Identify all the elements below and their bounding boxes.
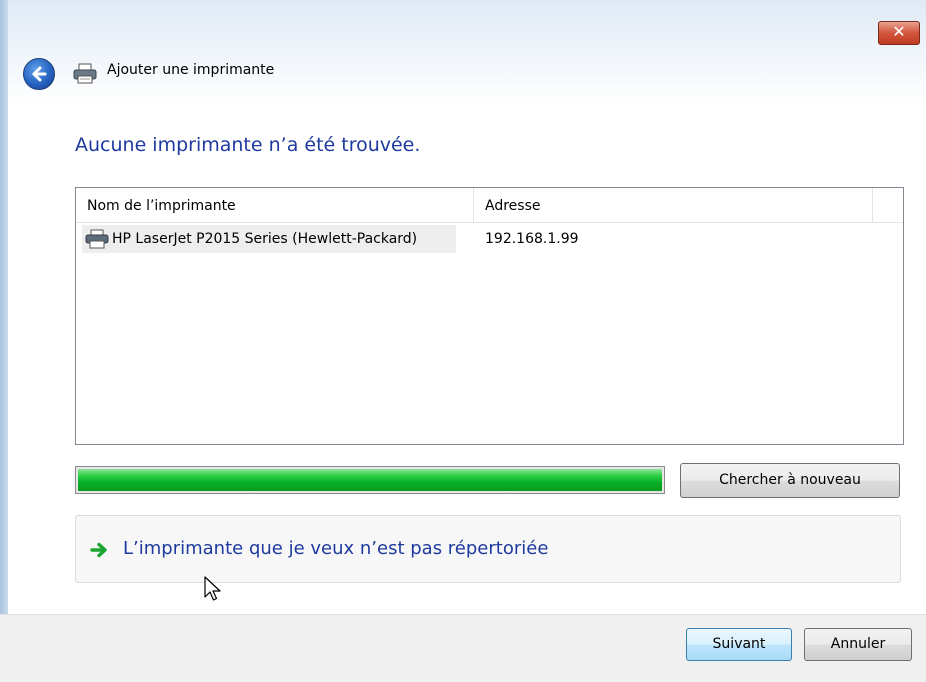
page-heading: Aucune imprimante n’a été trouvée. [75,134,421,156]
cancel-button[interactable]: Annuler [804,628,912,661]
list-item[interactable]: HP LaserJet P2015 Series (Hewlett-Packar… [76,225,903,253]
search-again-button[interactable]: Chercher à nouveau [680,463,900,498]
search-progress-bar [75,466,665,494]
next-button[interactable]: Suivant [686,628,792,661]
printer-address: 192.168.1.99 [485,231,579,247]
printer-icon [85,229,109,249]
back-button[interactable] [23,58,55,90]
add-printer-dialog: ✕ Ajouter une imprimante Aucune impriman… [0,0,926,682]
printer-list[interactable]: Nom de l’imprimante Adresse HP LaserJet … [75,187,904,445]
printer-not-listed-link[interactable]: L’imprimante que je veux n’est pas réper… [123,538,548,559]
progress-fill [78,469,662,491]
column-header-printer-name[interactable]: Nom de l’imprimante [76,188,474,222]
title-bar [8,0,926,104]
mouse-pointer-icon [204,576,221,601]
column-header-address[interactable]: Adresse [474,188,873,222]
green-arrow-icon [90,542,107,558]
printer-name: HP LaserJet P2015 Series (Hewlett-Packar… [112,231,418,247]
window-border [0,0,8,681]
printer-not-listed-panel[interactable]: L’imprimante que je veux n’est pas réper… [75,515,901,583]
back-arrow-icon [32,66,47,82]
window-title: Ajouter une imprimante [107,62,275,78]
printer-icon [73,63,97,84]
close-button[interactable]: ✕ [878,21,920,45]
list-header: Nom de l’imprimante Adresse [76,188,903,223]
close-icon: ✕ [892,22,906,41]
